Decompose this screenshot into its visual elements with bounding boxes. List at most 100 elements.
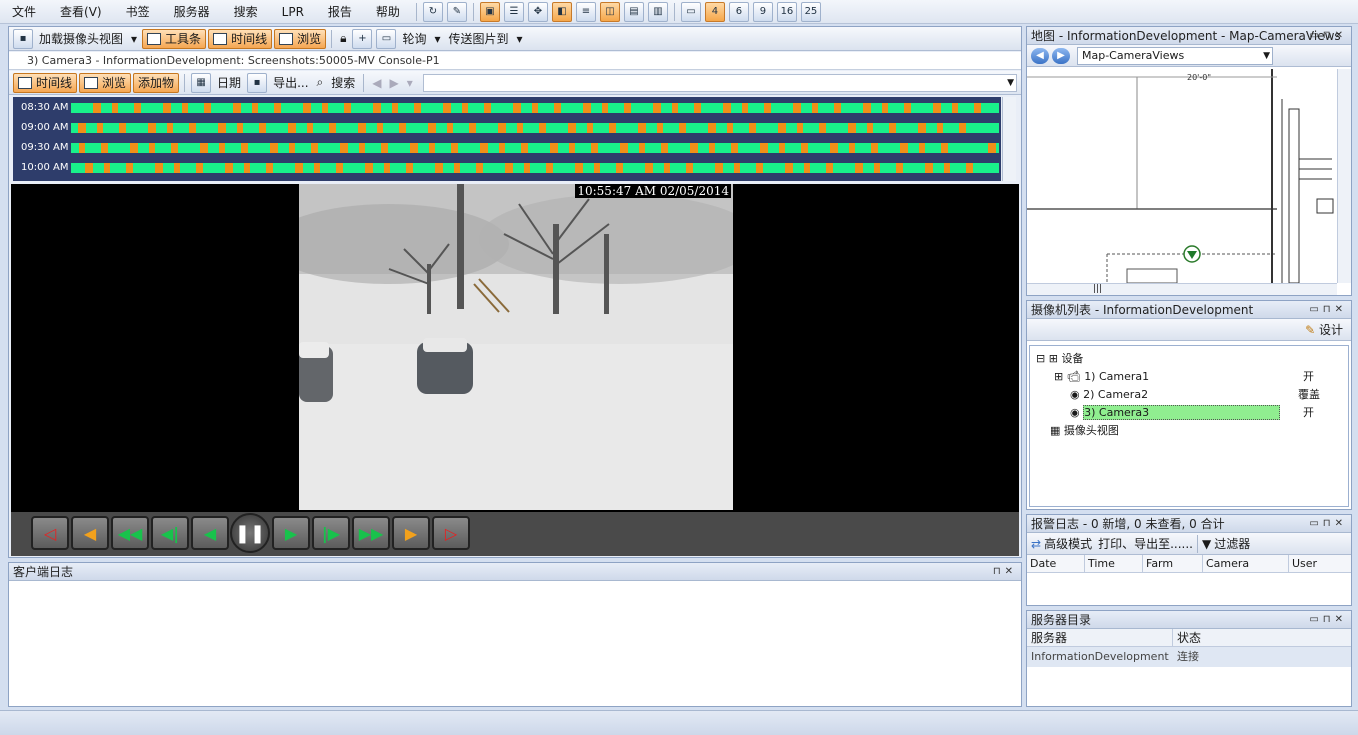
- layout-9-icon[interactable]: 9: [752, 1, 773, 22]
- layout-16-icon[interactable]: 16: [776, 1, 797, 22]
- forward-arrow-icon[interactable]: ▶: [1052, 47, 1070, 64]
- column-server[interactable]: 服务器: [1027, 629, 1173, 646]
- search-button[interactable]: 搜索: [331, 74, 355, 91]
- calendar-icon[interactable]: ▦: [191, 72, 212, 93]
- layout-doc-icon[interactable]: ▤: [623, 1, 644, 22]
- reverse-play-button[interactable]: ◀: [191, 516, 229, 550]
- timeline-row[interactable]: 09:30 AM: [13, 139, 1001, 159]
- load-camera-view-button[interactable]: 加载摄像头视图: [39, 30, 123, 47]
- timeline-toggle[interactable]: 时间线: [13, 72, 78, 93]
- tree-item-camera1[interactable]: ⊞ 📹︎ 1) Camera1 开: [1030, 368, 1348, 386]
- map-vertical-scrollbar[interactable]: [1337, 69, 1351, 283]
- fast-forward-button[interactable]: ▶▶: [352, 516, 390, 550]
- browse-toggle[interactable]: 浏览: [274, 28, 327, 49]
- column-date[interactable]: Date: [1027, 555, 1085, 572]
- menu-bookmarks[interactable]: 书签: [114, 0, 162, 24]
- filter-button[interactable]: 过滤器: [1214, 535, 1250, 552]
- collapse-icon[interactable]: ⊟: [1036, 352, 1045, 365]
- design-button[interactable]: 设计: [1319, 323, 1343, 337]
- chevron-down-icon[interactable]: ▾: [435, 32, 441, 46]
- chevron-down-icon[interactable]: ▾: [517, 32, 523, 46]
- timeline[interactable]: 08:30 AM 09:00 AM 09:30 AM 10:00 AM: [13, 97, 1001, 181]
- layout-6-icon[interactable]: 6: [728, 1, 749, 22]
- timeline-bar[interactable]: [71, 163, 999, 173]
- layout-25-icon[interactable]: 25: [800, 1, 821, 22]
- camera-video-frame[interactable]: 10:55:47 AM 02/05/2014: [299, 184, 733, 510]
- menu-view[interactable]: 查看(V): [48, 0, 114, 24]
- map-canvas[interactable]: 20'-0": [1027, 69, 1337, 283]
- save-icon[interactable]: ▪: [247, 72, 268, 93]
- menu-help[interactable]: 帮助: [364, 0, 412, 24]
- layout-left-icon[interactable]: ◧: [551, 1, 572, 22]
- add-view-icon[interactable]: +: [352, 28, 373, 49]
- layout-list-icon[interactable]: ☰: [503, 1, 524, 22]
- back-arrow-icon[interactable]: ◀: [372, 76, 381, 90]
- panel-pin-close-icon[interactable]: ⊓✕: [993, 563, 1017, 581]
- column-time[interactable]: Time: [1085, 555, 1143, 572]
- edit-icon[interactable]: ✎: [446, 1, 467, 22]
- play-button[interactable]: ▶: [272, 516, 310, 550]
- chevron-down-icon[interactable]: ▾: [131, 32, 137, 46]
- table-row[interactable]: InformationDevelopment 连接: [1027, 647, 1351, 667]
- menu-report[interactable]: 报告: [316, 0, 364, 24]
- menu-search[interactable]: 搜索: [222, 0, 270, 24]
- date-button[interactable]: 日期: [217, 74, 241, 91]
- fast-rewind-button[interactable]: ◀◀: [111, 516, 149, 550]
- column-farm[interactable]: Farm: [1143, 555, 1203, 572]
- layout-full-icon[interactable]: ▣: [479, 1, 500, 22]
- panel-window-icons[interactable]: ▭⊓✕: [1309, 515, 1347, 533]
- timeline-toggle[interactable]: 时间线: [208, 28, 273, 49]
- pause-button[interactable]: ❚❚: [230, 513, 270, 553]
- video-area[interactable]: 10:55:47 AM 02/05/2014: [11, 184, 1019, 512]
- chevron-down-icon[interactable]: ▾: [407, 76, 413, 90]
- tree-item-camera2[interactable]: ◉ 2) Camera2 覆盖: [1030, 386, 1348, 404]
- advanced-mode-button[interactable]: 高级模式: [1044, 535, 1092, 552]
- layout-split-icon[interactable]: ◫: [599, 1, 620, 22]
- timeline-row[interactable]: 08:30 AM: [13, 99, 1001, 119]
- go-to-end-button[interactable]: ▷: [432, 516, 470, 550]
- toolbox-toggle[interactable]: 工具条: [142, 28, 207, 49]
- tree-root[interactable]: ⊟ ⊞ 设备: [1030, 350, 1348, 368]
- search-icon[interactable]: ⌕: [317, 75, 324, 90]
- tree-item-camera3[interactable]: ◉ 3) Camera3 开: [1030, 404, 1348, 422]
- panel-window-icons[interactable]: ▭⊓✕: [1309, 27, 1347, 45]
- send-image-button[interactable]: 传送图片到: [449, 30, 509, 47]
- save-icon[interactable]: ▪: [13, 28, 33, 49]
- menu-lpr[interactable]: LPR: [270, 0, 316, 24]
- timeline-row[interactable]: 09:00 AM: [13, 119, 1001, 139]
- menu-file[interactable]: 文件: [0, 0, 48, 24]
- map-horizontal-scrollbar[interactable]: |||: [1027, 283, 1337, 295]
- forward-arrow-icon[interactable]: ▶: [390, 76, 399, 90]
- layout-4-icon[interactable]: 4: [704, 1, 725, 22]
- monitor-icon[interactable]: ▭: [376, 28, 397, 49]
- green-arrow-icon[interactable]: ↻: [422, 1, 443, 22]
- menu-server[interactable]: 服务器: [162, 0, 222, 24]
- timeline-bar[interactable]: [71, 123, 999, 133]
- timeline-row[interactable]: 10:00 AM: [13, 159, 1001, 179]
- browse-toggle[interactable]: 浏览: [79, 72, 132, 93]
- lock-icon[interactable]: 🔒︎: [340, 31, 346, 46]
- step-forward-button[interactable]: |▶: [312, 516, 350, 550]
- patrol-button[interactable]: 轮询: [402, 30, 426, 47]
- next-marker-button[interactable]: ▶: [392, 516, 430, 550]
- export-button[interactable]: 导出...: [273, 74, 308, 91]
- panel-window-icons[interactable]: ▭⊓✕: [1309, 301, 1347, 319]
- layout-rows-icon[interactable]: ≡: [575, 1, 596, 22]
- timeline-scrollbar[interactable]: [1002, 97, 1016, 181]
- step-back-button[interactable]: ◀|: [151, 516, 189, 550]
- column-user[interactable]: User: [1289, 555, 1349, 572]
- map-select[interactable]: Map-CameraViews ▼: [1077, 46, 1273, 65]
- panel-window-icons[interactable]: ▭⊓✕: [1309, 611, 1347, 629]
- timeline-bar[interactable]: [71, 103, 999, 113]
- back-arrow-icon[interactable]: ◀: [1031, 47, 1049, 64]
- expand-icon[interactable]: ⊞: [1054, 370, 1063, 383]
- tree-item-camera-views[interactable]: ▦ 摄像头视图: [1030, 422, 1348, 440]
- prev-marker-button[interactable]: ◀: [71, 516, 109, 550]
- layout-1-icon[interactable]: ▭: [680, 1, 701, 22]
- move-icon[interactable]: ✥: [527, 1, 548, 22]
- add-object-button[interactable]: 添加物: [133, 72, 180, 93]
- go-to-start-button[interactable]: ◁: [31, 516, 69, 550]
- column-camera[interactable]: Camera: [1203, 555, 1289, 572]
- print-export-button[interactable]: 打印、导出至......: [1098, 535, 1193, 552]
- search-dropdown[interactable]: ▼: [422, 73, 1017, 92]
